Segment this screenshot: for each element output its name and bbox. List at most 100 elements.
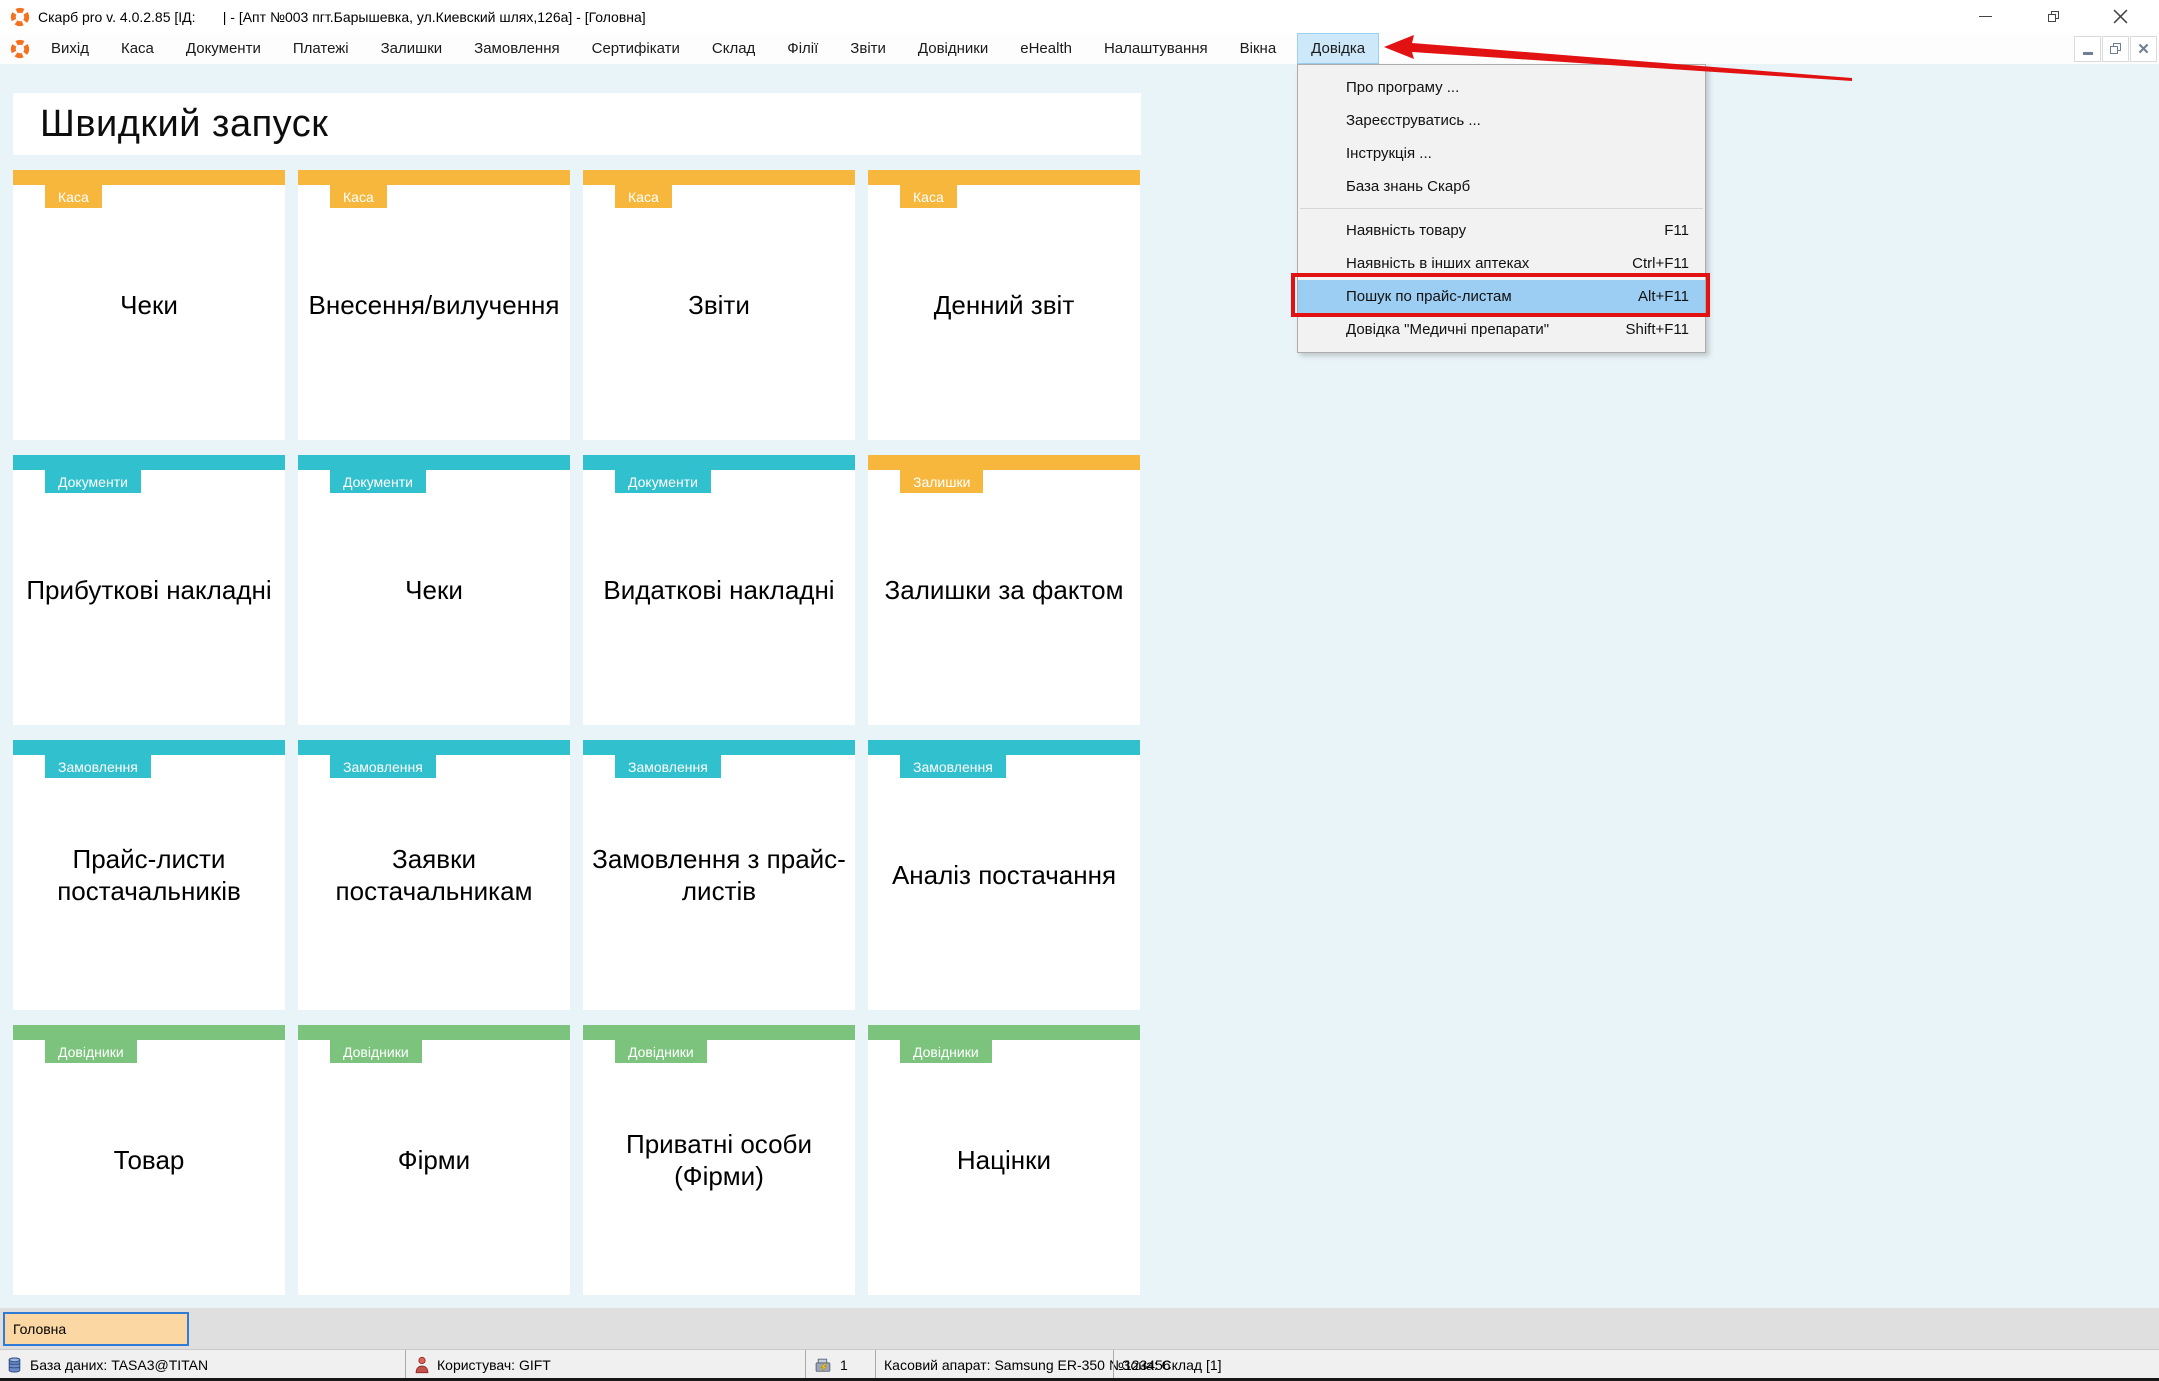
menu-item-залишки[interactable]: Залишки (370, 33, 454, 64)
tile-label: Націнки (956, 1144, 1052, 1175)
menu-bar: Вихід Каса Документи Платежі Залишки Замовлен… (0, 33, 2159, 64)
help-menu-item-label: Про програму ... (1346, 79, 1460, 96)
quick-launch-tile[interactable]: Каса Внесення/вилучення (298, 170, 570, 440)
help-menu-item-label: Наявність товару (1346, 222, 1467, 239)
help-menu-item[interactable]: Довідка "Медичні препарати" Shift+F11 (1298, 313, 1705, 346)
help-menu-item[interactable]: Наявність в інших аптеках Ctrl+F11 (1298, 247, 1705, 280)
menu-item-звіти[interactable]: Звіти (839, 33, 897, 64)
tile-label: Чеки (405, 574, 463, 605)
tile-label: Звіти (688, 289, 750, 320)
menu-item-довідники[interactable]: Довідники (907, 33, 999, 64)
help-menu-item[interactable]: Наявність товару F11 (1298, 214, 1705, 247)
status-user: Користувач: GIFT (437, 1356, 551, 1373)
help-menu-item-shortcut: Shift+F11 (1625, 321, 1689, 338)
quick-launch-tile[interactable]: Замовлення Замовлення з прайс-листів (583, 740, 855, 1010)
tile-label: Фірми (397, 1144, 471, 1175)
quick-launch-tile[interactable]: Каса Звіти (583, 170, 855, 440)
quick-launch-tile[interactable]: Довідники Приватні особи (Фірми) (583, 1025, 855, 1295)
tile-label: Заявки постачальникам (335, 843, 533, 907)
tile-label: Прайс-листи постачальників (57, 843, 241, 907)
menu-item-каса[interactable]: Каса (110, 33, 165, 64)
help-menu-item[interactable]: Інструкція ... (1298, 137, 1705, 170)
mdi-restore-button[interactable] (2102, 36, 2129, 62)
quick-launch-tile[interactable]: Замовлення Заявки постачальникам (298, 740, 570, 1010)
user-icon (414, 1356, 430, 1374)
mdi-minimize-button[interactable] (2074, 36, 2101, 62)
quick-launch-tile[interactable]: Замовлення Аналіз постачання (868, 740, 1140, 1010)
menu-separator (1300, 208, 1703, 209)
tile-label: Видаткові накладні (603, 574, 835, 605)
app-logo-icon (10, 7, 30, 27)
menu-item-сертифікати[interactable]: Сертифікати (581, 33, 691, 64)
mdi-close-button[interactable]: ✕ (2130, 36, 2157, 62)
tab-strip: Головна (0, 1308, 2159, 1349)
menu-item-документи[interactable]: Документи (175, 33, 272, 64)
help-menu-item-label: Пошук по прайс-листам (1346, 288, 1512, 305)
quick-launch-tile[interactable]: Залишки Залишки за фактом (868, 455, 1140, 725)
help-menu-item[interactable]: Про програму ... (1298, 71, 1705, 104)
help-menu-item-label: Інструкція ... (1346, 145, 1432, 162)
tile-label: Прибуткові накладні (26, 574, 272, 605)
page-title: Швидкий запуск (40, 102, 329, 145)
mdi-restore-icon (2109, 43, 2122, 55)
minimize-button[interactable] (1963, 0, 2008, 33)
cash-register-icon (814, 1356, 833, 1374)
quick-launch-header: Швидкий запуск (13, 93, 1141, 155)
quick-launch-tile[interactable]: Довідники Націнки (868, 1025, 1140, 1295)
menu-item-налаштування[interactable]: Налаштування (1093, 33, 1219, 64)
quick-launch-tile[interactable]: Довідники Товар (13, 1025, 285, 1295)
close-button[interactable] (2098, 0, 2143, 33)
menu-item-платежі[interactable]: Платежі (282, 33, 360, 64)
help-menu-item-shortcut: F11 (1664, 222, 1689, 239)
menu-item-склад[interactable]: Склад (701, 33, 766, 64)
menu-item-вікна[interactable]: Вікна (1229, 33, 1288, 64)
menu-item-філії[interactable]: Філії (776, 33, 829, 64)
help-menu-item-label: Довідка "Медичні препарати" (1346, 321, 1550, 338)
quick-launch-tile[interactable]: Каса Чеки (13, 170, 285, 440)
mdi-window-controls: ✕ (2074, 36, 2157, 62)
help-menu-item-shortcut: Alt+F11 (1638, 288, 1689, 305)
menu-item-ehealth[interactable]: eHealth (1009, 33, 1083, 64)
tile-label: Денний звіт (933, 289, 1075, 320)
help-menu-item[interactable]: Зареєструватись ... (1298, 104, 1705, 137)
tile-label: Аналіз постачання (891, 859, 1117, 890)
quick-launch-tile[interactable]: Документи Прибуткові накладні (13, 455, 285, 725)
menu-item-вихід[interactable]: Вихід (40, 33, 100, 64)
mdi-close-icon: ✕ (2137, 40, 2150, 58)
restore-icon (2047, 11, 2059, 22)
help-menu-item-label: Зареєструватись ... (1346, 112, 1481, 129)
title-bar: Скарб pro v. 4.0.2.85 [ІД: | - [Апт №003… (0, 0, 2159, 33)
mdi-child-icon (10, 39, 30, 59)
restore-button[interactable] (2031, 0, 2076, 33)
menu-item-замовлення[interactable]: Замовлення (463, 33, 570, 64)
tile-label: Товар (113, 1144, 185, 1175)
quick-launch-grid: Каса Чеки Каса Внесення/вилучення Каса Звіти К… (13, 170, 1141, 1295)
mdi-minimize-icon (2082, 51, 2093, 55)
minimize-icon (1979, 15, 1992, 18)
help-menu-item-label: Наявність в інших аптеках (1346, 255, 1530, 272)
quick-launch-tile[interactable]: Замовлення Прайс-листи постачальників (13, 740, 285, 1010)
help-menu-item-label: База знань Скарб (1346, 178, 1471, 195)
help-menu-item[interactable]: Пошук по прайс-листам Alt+F11 (1298, 280, 1705, 313)
help-menu-item[interactable]: База знань Скарб (1298, 170, 1705, 203)
tile-label: Залишки за фактом (884, 574, 1124, 605)
status-zone: Зона: Склад [1] (1122, 1356, 1222, 1373)
status-register-count: 1 (840, 1356, 848, 1373)
tile-label: Приватні особи (Фірми) (626, 1128, 812, 1192)
database-icon (6, 1356, 23, 1374)
tile-label: Внесення/вилучення (308, 289, 560, 320)
close-icon (2113, 9, 2128, 24)
tile-label: Чеки (120, 289, 178, 320)
help-dropdown-menu: Про програму ... Зареєструватись ... Інстр… (1297, 64, 1706, 353)
window-title: Скарб pro v. 4.0.2.85 [ІД: | - [Апт №003… (38, 8, 646, 25)
quick-launch-tile[interactable]: Довідники Фірми (298, 1025, 570, 1295)
quick-launch-tile[interactable]: Каса Денний звіт (868, 170, 1140, 440)
tab-home[interactable]: Головна (3, 1312, 189, 1346)
help-menu-item-shortcut: Ctrl+F11 (1632, 255, 1689, 272)
status-database: База даних: TASA3@TITAN (30, 1356, 209, 1373)
menu-item-довідка[interactable]: Довідка (1297, 33, 1380, 64)
status-bar: База даних: TASA3@TITAN Користувач: GIFT… (0, 1349, 2159, 1379)
quick-launch-tile[interactable]: Документи Чеки (298, 455, 570, 725)
quick-launch-tile[interactable]: Документи Видаткові накладні (583, 455, 855, 725)
tile-label: Замовлення з прайс-листів (592, 843, 846, 907)
